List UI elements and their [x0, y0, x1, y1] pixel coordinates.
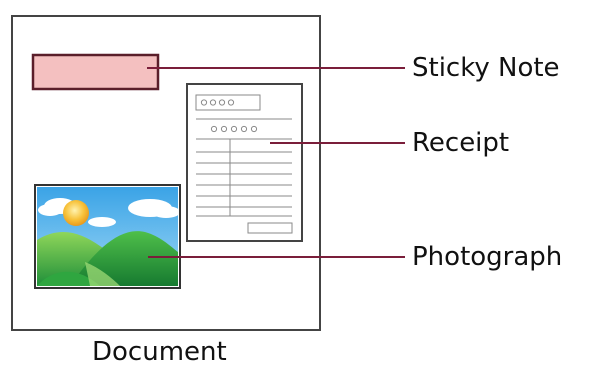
receipt-shape [186, 83, 303, 242]
document-diagram: Sticky Note Receipt Photograph Document [0, 0, 591, 365]
photograph-shape [34, 184, 181, 289]
sticky-note-label: Sticky Note [412, 53, 560, 83]
receipt-label: Receipt [412, 128, 510, 158]
photograph-label: Photograph [412, 242, 563, 272]
sticky-note-shape [31, 53, 160, 91]
document-caption: Document [92, 337, 227, 367]
